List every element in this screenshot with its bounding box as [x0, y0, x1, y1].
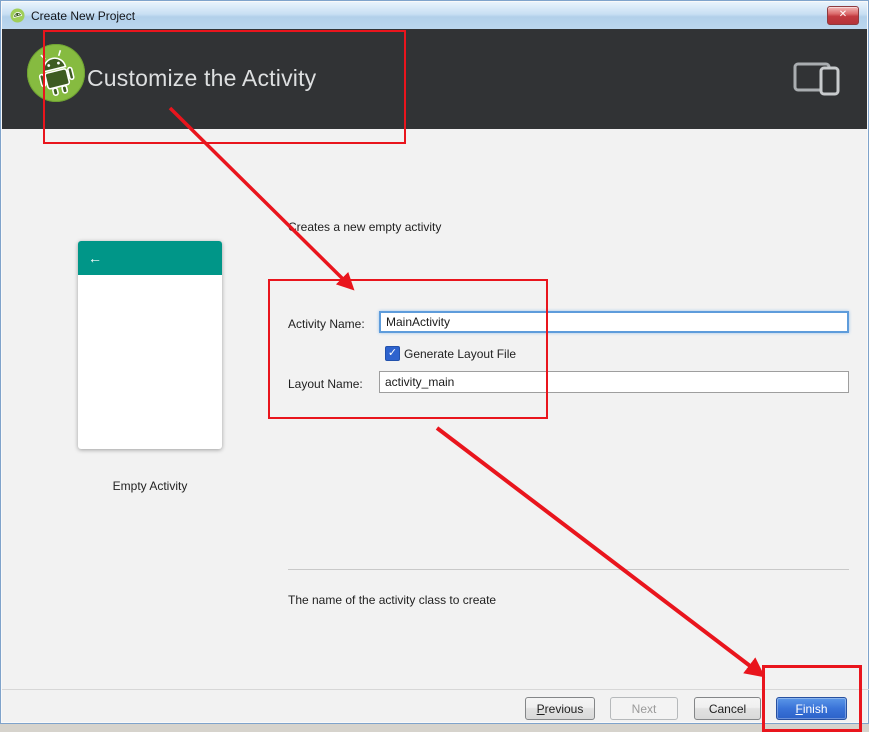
finish-button[interactable]: Finish	[776, 697, 847, 720]
device-preview-icon	[793, 57, 841, 102]
layout-name-input[interactable]	[379, 371, 849, 393]
title-bar: Create New Project ✕	[2, 2, 867, 29]
check-icon: ✓	[387, 347, 398, 359]
window-frame: Create New Project ✕ Customize the Activ…	[0, 0, 869, 724]
close-button[interactable]: ✕	[827, 6, 859, 25]
preview-toolbar: ←	[78, 241, 222, 275]
activity-name-input[interactable]	[379, 311, 849, 333]
form-description: Creates a new empty activity	[288, 220, 442, 234]
layout-name-label: Layout Name:	[288, 377, 363, 391]
window-title: Create New Project	[31, 8, 136, 23]
finish-button-label: F	[795, 701, 803, 716]
create-new-project-window: Create New Project ✕ Customize the Activ…	[0, 0, 869, 732]
footer-separator	[2, 689, 869, 690]
generate-layout-checkbox[interactable]: ✓	[385, 346, 400, 361]
next-button-label: Next	[631, 701, 657, 716]
finish-button-label-rest: inish	[802, 701, 828, 716]
hint-text: The name of the activity class to create	[288, 593, 497, 607]
divider	[288, 569, 849, 570]
activity-preview-card: ←	[78, 241, 222, 449]
activity-name-label: Activity Name:	[288, 317, 365, 331]
cancel-button[interactable]: Cancel	[694, 697, 761, 720]
next-button[interactable]: Next	[610, 697, 678, 720]
preview-caption: Empty Activity	[112, 479, 188, 493]
previous-button[interactable]: Previous	[525, 697, 595, 720]
page-title: Customize the Activity	[87, 65, 317, 91]
close-icon: ✕	[838, 9, 848, 20]
generate-layout-label[interactable]: Generate Layout File	[404, 347, 516, 361]
previous-button-label: P	[536, 701, 545, 716]
android-studio-icon	[10, 8, 25, 23]
previous-button-label-rest: revious	[544, 701, 584, 716]
back-arrow-icon: ←	[88, 250, 102, 266]
android-studio-logo-icon	[26, 43, 86, 108]
wizard-header: Customize the Activity	[2, 29, 867, 129]
cancel-button-label: Cancel	[708, 701, 747, 716]
